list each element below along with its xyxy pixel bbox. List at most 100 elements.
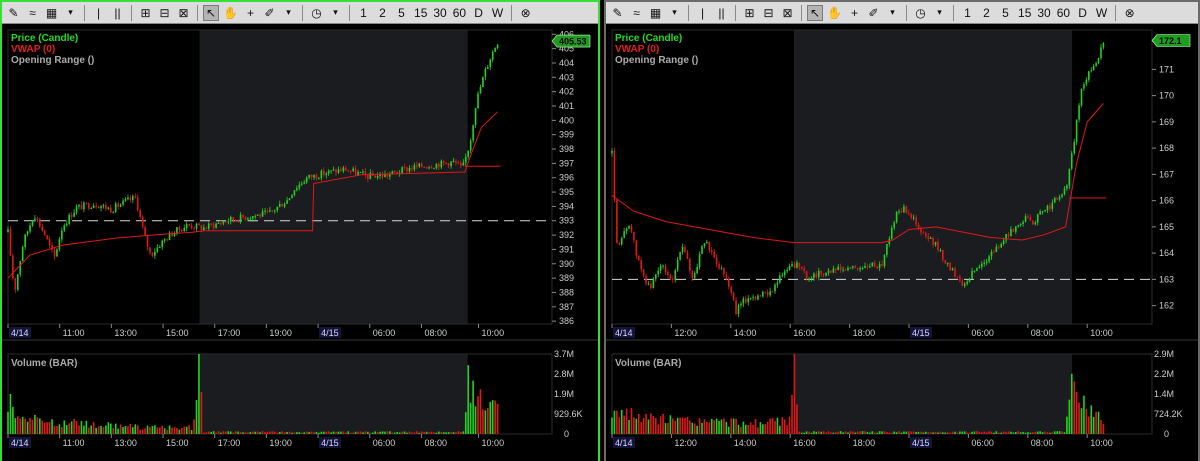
candle-body <box>205 227 208 229</box>
volume-bar <box>364 431 367 434</box>
chart-style-icon[interactable]: ≈ <box>628 5 645 21</box>
candle-body <box>445 162 448 164</box>
dropdown-icon[interactable]: ▾ <box>884 5 901 21</box>
candle-body <box>367 174 369 179</box>
chart-canvas[interactable]: 162 163 164 165 166 167 168 169 170 171 172.1 Price… <box>606 24 1198 461</box>
single-pane-icon[interactable]: | <box>90 5 107 21</box>
interval-60-button[interactable]: 60 <box>1055 5 1072 21</box>
interval-15-button[interactable]: 15 <box>1016 5 1033 21</box>
extended-hours-band <box>793 354 1073 434</box>
grid-icon[interactable]: ▦ <box>43 5 60 21</box>
clock-icon[interactable]: ◷ <box>912 5 929 21</box>
dropdown-icon[interactable]: ▾ <box>327 5 344 21</box>
candle-body <box>672 278 674 280</box>
volume-bar <box>379 431 381 434</box>
interval-30-button[interactable]: 30 <box>431 5 448 21</box>
clock-icon[interactable]: ◷ <box>308 5 325 21</box>
volume-bar <box>771 417 774 434</box>
close-icon[interactable]: ⊗ <box>1121 5 1138 21</box>
volume-bar <box>980 432 983 434</box>
candle-body <box>710 250 713 252</box>
volume-bar <box>791 394 793 434</box>
chart-style-icon[interactable]: ≈ <box>24 5 41 21</box>
interval-d-button[interactable]: D <box>1074 5 1091 21</box>
candle-body <box>193 228 195 230</box>
close-icon[interactable]: ⊗ <box>517 5 534 21</box>
candle-body <box>910 214 913 218</box>
candle-body <box>425 167 428 169</box>
candle-body <box>156 247 159 252</box>
chart-panel-left[interactable]: ✎ ≈ ▦ ▾ | || ⊞ ⊟ ⊠ ↖ ✋ + ✐ ▾ ◷ ▾ 1 2 5 15 30 60 D W ⊗ 386 387 388 3… <box>0 0 600 461</box>
zoom-fit-icon[interactable]: ⊟ <box>760 5 777 21</box>
volume-bar <box>861 431 864 434</box>
candle-body <box>1007 233 1010 237</box>
pencil-icon[interactable]: ✐ <box>261 5 278 21</box>
pointer-icon[interactable]: ↖ <box>807 4 824 21</box>
crosshair-icon[interactable]: + <box>846 5 863 21</box>
draw-tools-icon[interactable]: ✎ <box>609 5 626 21</box>
volume-bar <box>200 392 203 434</box>
crosshair-icon[interactable]: + <box>242 5 259 21</box>
interval-w-button[interactable]: W <box>489 5 506 21</box>
volume-bar <box>305 431 308 434</box>
candle-body <box>815 273 818 278</box>
interval-1-button[interactable]: 1 <box>959 5 976 21</box>
split-pane-icon[interactable]: || <box>109 5 126 21</box>
volume-bar <box>776 417 779 434</box>
interval-w-button[interactable]: W <box>1093 5 1110 21</box>
candle-body <box>800 266 803 269</box>
interval-d-button[interactable]: D <box>470 5 487 21</box>
zoom-in-icon[interactable]: ⊞ <box>137 5 154 21</box>
split-pane-icon[interactable]: || <box>713 5 730 21</box>
interval-1-button[interactable]: 1 <box>355 5 372 21</box>
volume-bar <box>815 431 818 434</box>
dropdown-icon[interactable]: ▾ <box>280 5 297 21</box>
volume-bar <box>1068 399 1071 434</box>
zoom-out-icon[interactable]: ⊠ <box>779 5 796 21</box>
candle-body <box>256 214 259 216</box>
hand-icon[interactable]: ✋ <box>825 5 844 21</box>
volume-bar <box>1019 432 1022 434</box>
time-tick-label: 08:00 <box>1031 328 1054 338</box>
volume-bar <box>1061 431 1063 434</box>
zoom-fit-icon[interactable]: ⊟ <box>156 5 173 21</box>
candle-body <box>486 66 489 69</box>
chart-panel-right[interactable]: ✎ ≈ ▦ ▾ | || ⊞ ⊟ ⊠ ↖ ✋ + ✐ ▾ ◷ ▾ 1 2 5 15 30 60 D W ⊗ 162 163 164 1… <box>604 0 1200 461</box>
candle-body <box>988 256 990 262</box>
pencil-icon[interactable]: ✐ <box>865 5 882 21</box>
dropdown-icon[interactable]: ▾ <box>666 5 683 21</box>
volume-bar <box>484 410 487 434</box>
grid-icon[interactable]: ▦ <box>647 5 664 21</box>
candle-body <box>467 150 470 157</box>
single-pane-icon[interactable]: | <box>694 5 711 21</box>
toolbar-separator <box>84 4 85 21</box>
volume-bar <box>271 431 274 434</box>
candle-body <box>114 203 117 212</box>
hand-icon[interactable]: ✋ <box>221 5 240 21</box>
draw-tools-icon[interactable]: ✎ <box>5 5 22 21</box>
volume-bar <box>898 431 900 434</box>
interval-30-button[interactable]: 30 <box>1035 5 1052 21</box>
volume-bar <box>408 431 411 434</box>
zoom-in-icon[interactable]: ⊞ <box>741 5 758 21</box>
time-tick-label: 16:00 <box>793 328 816 338</box>
volume-bar <box>971 431 973 434</box>
candle-body <box>630 225 633 232</box>
interval-5-button[interactable]: 5 <box>393 5 410 21</box>
interval-2-button[interactable]: 2 <box>374 5 391 21</box>
zoom-out-icon[interactable]: ⊠ <box>175 5 192 21</box>
interval-15-button[interactable]: 15 <box>412 5 429 21</box>
time-tick-label: 14:00 <box>734 438 757 448</box>
interval-5-button[interactable]: 5 <box>997 5 1014 21</box>
volume-bar <box>90 425 93 434</box>
dropdown-icon[interactable]: ▾ <box>931 5 948 21</box>
chart-canvas[interactable]: 386 387 388 389 390 391 392 393 394 395 396 397 398 3… <box>2 24 598 461</box>
candle-body <box>854 266 857 268</box>
candle-body <box>203 227 205 230</box>
volume-bar <box>871 431 874 434</box>
interval-60-button[interactable]: 60 <box>451 5 468 21</box>
interval-2-button[interactable]: 2 <box>978 5 995 21</box>
volume-bar <box>1000 432 1003 434</box>
pointer-icon[interactable]: ↖ <box>203 4 220 21</box>
dropdown-icon[interactable]: ▾ <box>62 5 79 21</box>
